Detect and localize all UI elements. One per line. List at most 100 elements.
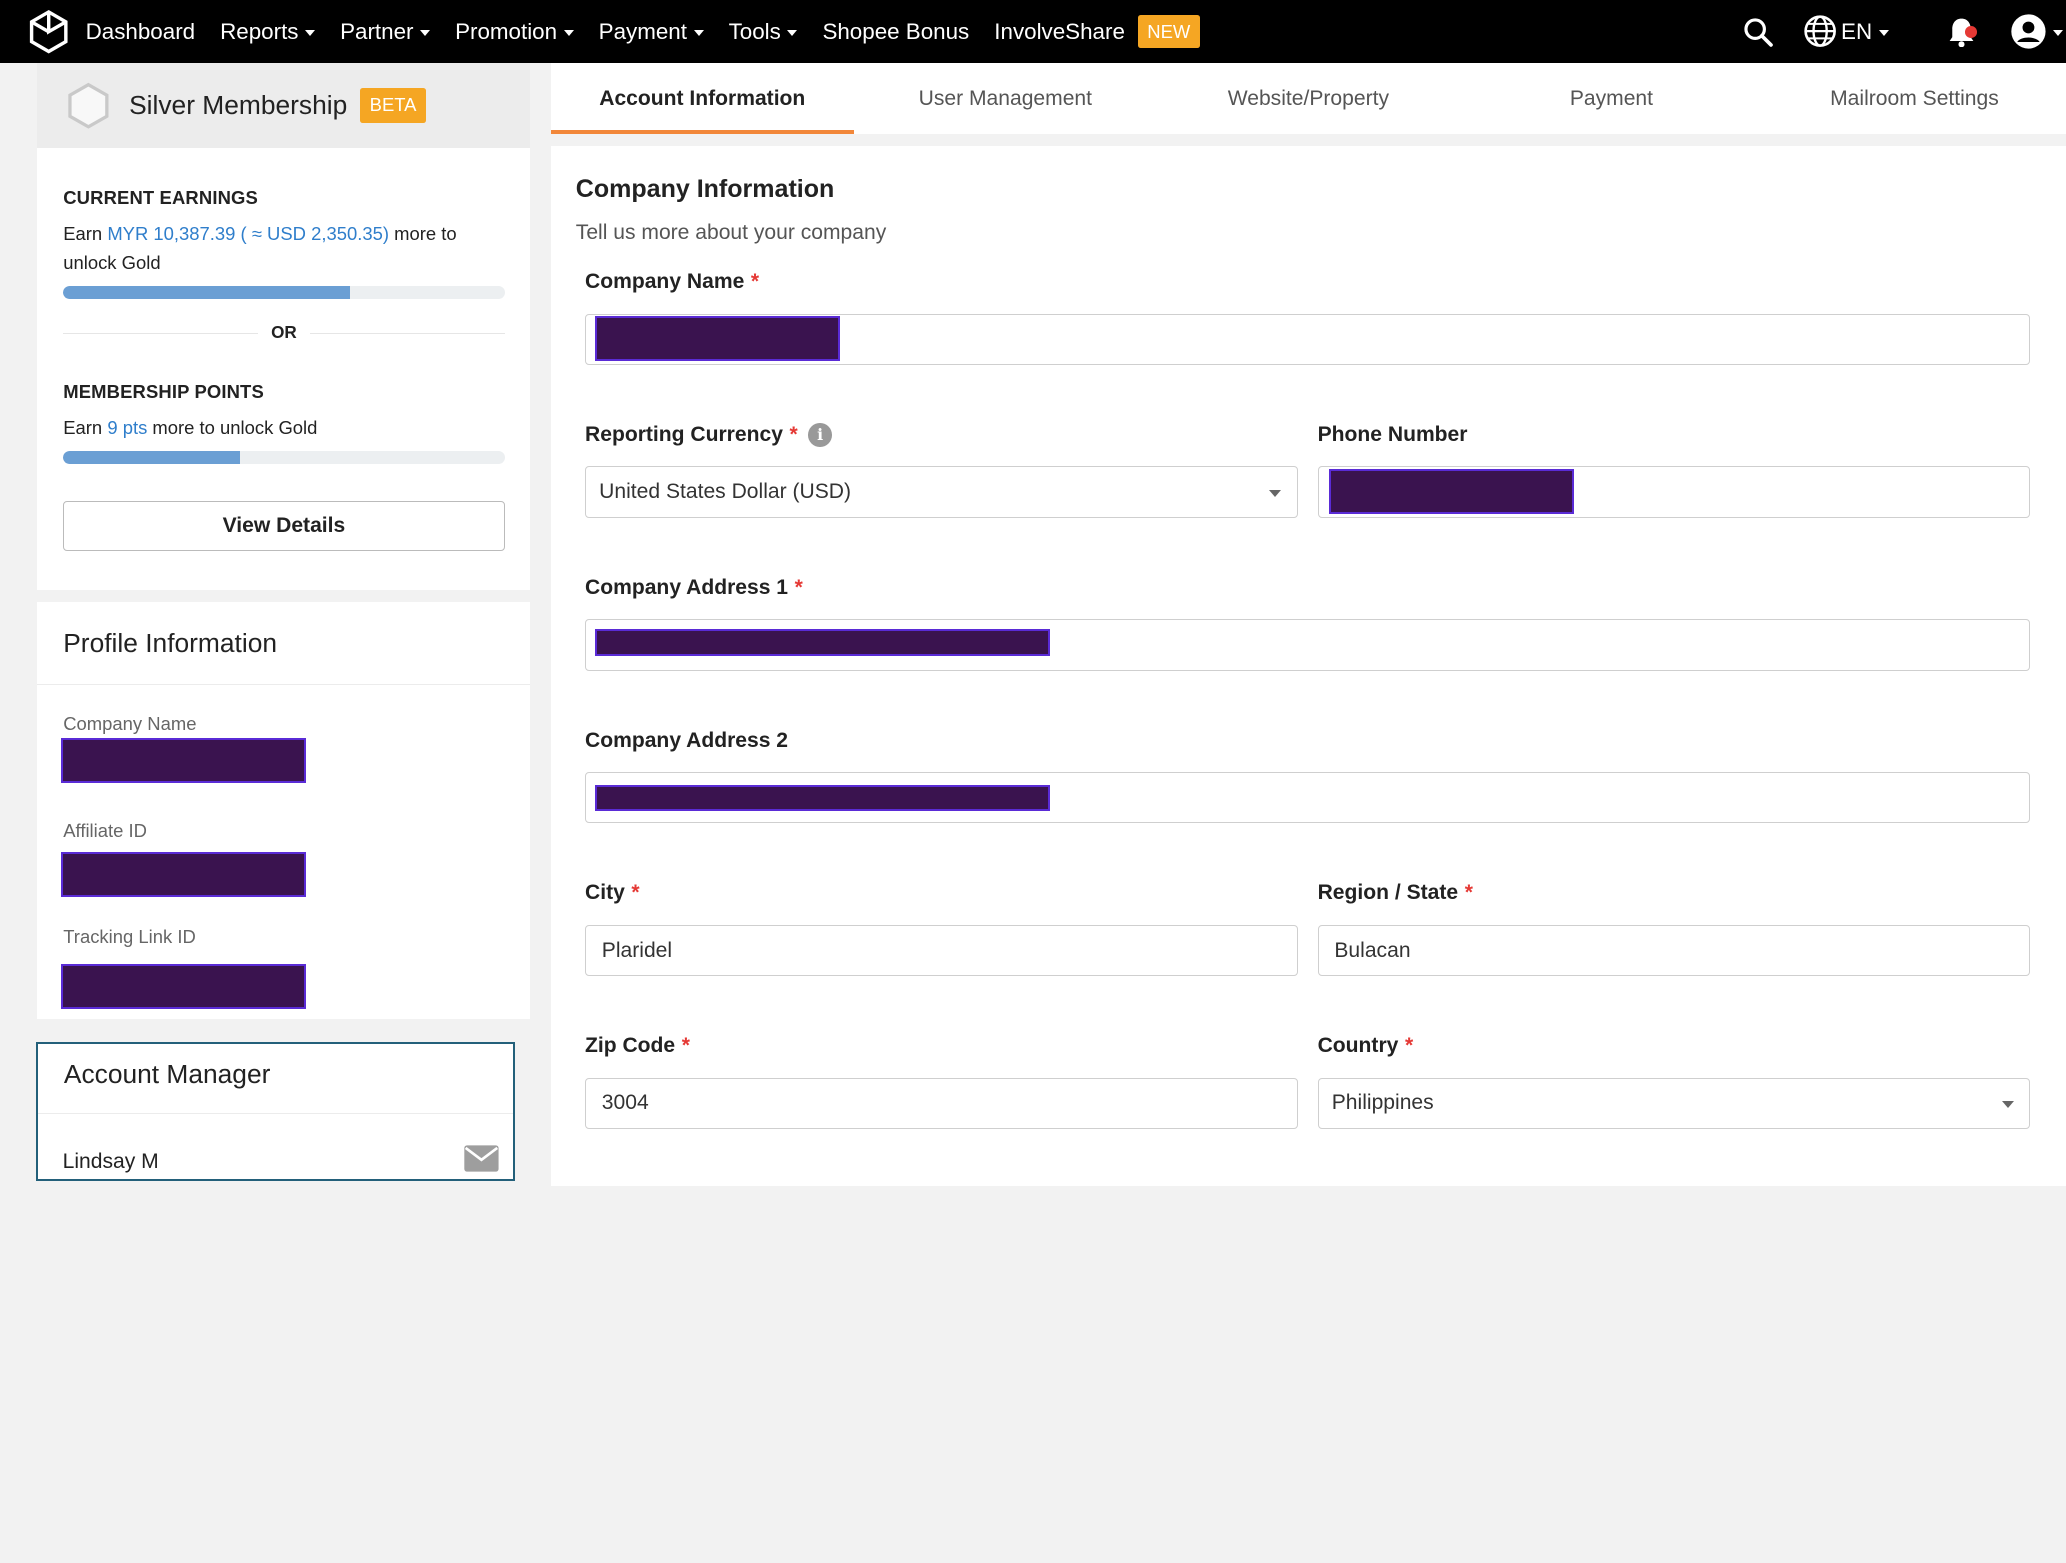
nav-involveshare[interactable]: InvolveShare [994,19,1125,45]
nav-dashboard-label: Dashboard [85,18,196,44]
tab-mailroom-settings[interactable]: Mailroom Settings [1763,63,2066,134]
earnings-prefix: Earn [63,223,108,245]
earnings-progress-bar [63,285,505,300]
company-name-input[interactable] [585,313,2031,365]
account-menu[interactable] [2010,13,2064,50]
required-mark: * [1464,881,1473,905]
reporting-currency-label: Reporting Currency * i [585,423,832,447]
reporting-currency-select[interactable]: United States Dollar (USD) [585,466,1298,518]
account-manager-title: Account Manager [63,1058,271,1089]
search-icon [1744,18,1774,47]
nav-promotion-label: Promotion [455,18,558,44]
company-address-1-input[interactable] [585,619,2031,671]
tab-account-information[interactable]: Account Information [550,63,854,135]
country-select[interactable]: Philippines [1317,1077,2031,1130]
company-information-form: Company Information Tell us more about y… [550,146,2066,1186]
nav-dashboard[interactable]: Dashboard [86,19,195,45]
required-mark: * [750,270,760,294]
required-mark: * [794,575,803,599]
profile-information-card: Profile Information Company Name Affilia… [36,602,530,1019]
zip-code-label: Zip Code * [585,1034,690,1058]
nav-involveshare-label: InvolveShare [994,18,1125,44]
points-progress-bar [63,450,505,464]
redacted-affiliate-id [60,852,306,898]
zip-code-label-text: Zip Code [585,1034,676,1058]
info-icon[interactable]: i [808,423,832,447]
nav-partner-label: Partner [340,18,414,44]
nav-reports-label: Reports [220,18,299,44]
reporting-currency-label-text: Reporting Currency [585,422,783,446]
nav-partner[interactable]: Partner [340,18,431,45]
country-value: Philippines [1331,1091,1434,1115]
city-input[interactable]: Plaridel [585,924,1298,977]
points-prefix: Earn [63,416,108,438]
region-state-input[interactable]: Bulacan [1317,924,2031,977]
country-label-text: Country [1317,1034,1399,1058]
redacted-company-name [60,737,306,783]
membership-header: Silver Membership BETA [36,63,530,148]
redacted-company-name-value [595,315,841,361]
caret-down-icon [305,29,316,36]
zip-code-value: 3004 [601,1091,649,1115]
phone-number-input[interactable] [1317,466,2031,518]
view-details-button[interactable]: View Details [63,500,505,551]
form-title: Company Information [575,175,835,204]
points-heading: MEMBERSHIP POINTS [63,380,264,402]
company-address-2-label: Company Address 2 [585,729,788,753]
country-label: Country * [1318,1034,1414,1058]
tab-payment[interactable]: Payment [1460,63,1763,134]
caret-down-icon [2053,29,2064,36]
region-state-value: Bulacan [1334,938,1411,962]
company-name-label: Company Name * [585,270,759,294]
earnings-card: CURRENT EARNINGS Earn MYR 10,387.39 ( ≈ … [36,147,530,591]
redacted-address-1 [595,629,1050,656]
tab-user-management[interactable]: User Management [854,63,1157,134]
points-description: Earn 9 pts more to unlock Gold [63,414,485,443]
divider [37,1112,514,1115]
membership-title: Silver Membership [129,89,348,120]
city-label: City * [585,881,640,905]
nav-shopee-bonus-label: Shopee Bonus [822,18,970,44]
required-mark: * [631,881,640,905]
notifications-button[interactable] [1947,16,1977,48]
zip-code-input[interactable]: 3004 [585,1077,1298,1130]
nav-promotion[interactable]: Promotion [455,19,574,45]
points-suffix: more to unlock Gold [147,416,318,438]
beta-badge: BETA [360,87,426,123]
points-progress-fill [63,450,240,464]
search-button[interactable] [1742,16,1774,48]
phone-number-label: Phone Number [1318,423,1468,447]
account-manager-name: Lindsay M [62,1149,159,1173]
language-label: EN [1841,18,1873,44]
language-selector[interactable]: EN [1803,14,1889,48]
region-state-label-text: Region / State [1317,881,1459,905]
points-amount: 9 pts [107,416,148,438]
involve-logo-icon[interactable] [25,8,72,55]
hexagon-badge-icon [68,82,109,129]
form-subtitle: Tell us more about your company [575,221,887,245]
company-address-2-label-text: Company Address 2 [585,728,789,752]
nav-tools[interactable]: Tools [729,19,798,45]
top-navigation-bar: Dashboard Reports Partner Promotion Paym… [0,0,2066,64]
or-label: OR [271,323,297,343]
nav-payment[interactable]: Payment [599,19,704,45]
nav-reports[interactable]: Reports [220,18,316,45]
reporting-currency-value: United States Dollar (USD) [599,480,852,504]
city-value: Plaridel [601,938,673,962]
profile-tracking-link-label: Tracking Link ID [63,926,196,948]
caret-down-icon [693,29,704,36]
settings-tabs: Account Information User Management Webs… [550,63,2066,135]
caret-down-icon [787,29,798,36]
mail-icon[interactable] [463,1144,500,1173]
company-address-2-input[interactable] [585,772,2031,824]
account-manager-card: Account Manager Lindsay M [35,1042,516,1181]
nav-shopee-bonus[interactable]: Shopee Bonus [822,19,969,45]
tab-website-property[interactable]: Website/Property [1157,63,1460,134]
region-state-label: Region / State * [1318,881,1473,905]
dropdown-arrow-icon [2001,1101,2014,1109]
profile-affiliate-id-label: Affiliate ID [63,819,147,841]
company-name-label-text: Company Name [585,270,745,294]
earnings-amount: MYR 10,387.39 ( ≈ USD 2,350.35) [107,223,390,245]
account-circle-icon [2011,14,2046,49]
required-mark: * [789,422,798,446]
